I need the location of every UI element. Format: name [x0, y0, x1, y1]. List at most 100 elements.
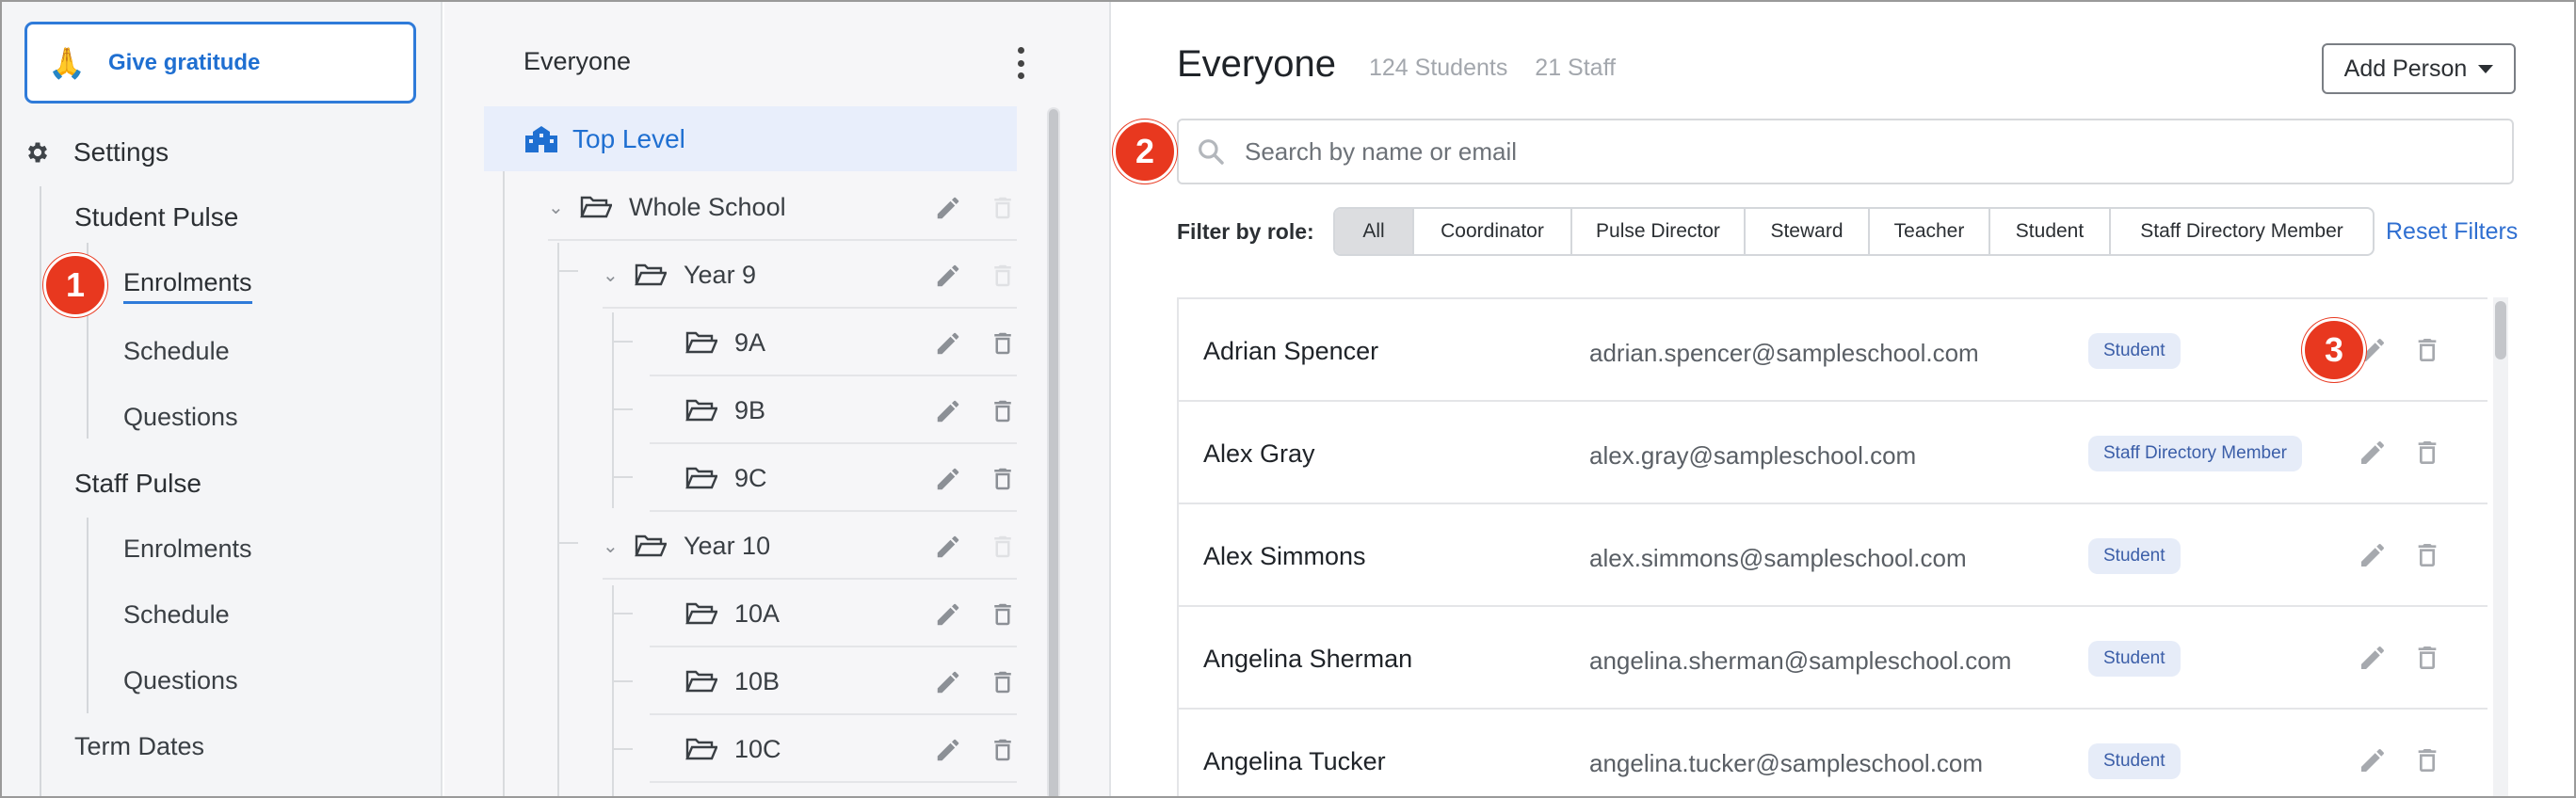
- people-list-scrollbar-thumb[interactable]: [2495, 301, 2506, 359]
- sidebar: 🙏 Give gratitude Settings Student Pulse …: [2, 2, 443, 796]
- tree-item-9b[interactable]: 9B: [650, 378, 1017, 444]
- trash-icon[interactable]: [989, 194, 1017, 222]
- tree-item-year-10[interactable]: ⌄ Year 10: [603, 514, 1017, 580]
- students-count: 124 Students: [1369, 55, 1508, 81]
- give-gratitude-button[interactable]: 🙏 Give gratitude: [24, 22, 416, 104]
- praying-hands-icon: 🙏: [48, 45, 86, 80]
- reset-filters-link[interactable]: Reset Filters: [2386, 218, 2518, 246]
- filter-chip-student[interactable]: Student: [1988, 209, 2109, 254]
- trash-icon[interactable]: [989, 668, 1017, 696]
- pencil-icon[interactable]: [934, 329, 962, 358]
- search-box: [1177, 119, 2514, 184]
- person-name: Angelina Tucker: [1203, 747, 1386, 775]
- tree-item-10b[interactable]: 10B: [650, 649, 1017, 715]
- table-row[interactable]: Adrian Spencer adrian.spencer@samplescho…: [1179, 299, 2487, 402]
- tree-item-10a[interactable]: 10A: [650, 582, 1017, 647]
- sidebar-item-student-enrolments[interactable]: Enrolments: [123, 268, 252, 304]
- filter-chip-teacher[interactable]: Teacher: [1868, 209, 1988, 254]
- pencil-icon[interactable]: [2358, 438, 2388, 468]
- table-row[interactable]: Alex Simmons alex.simmons@sampleschool.c…: [1179, 504, 2487, 607]
- tree-scrollbar[interactable]: [1047, 107, 1060, 796]
- folder-open-icon: [685, 399, 717, 422]
- tree-item-year-9[interactable]: ⌄ Year 9: [603, 243, 1017, 309]
- add-person-button[interactable]: Add Person: [2322, 43, 2516, 94]
- callout-marker-1: 1: [43, 253, 107, 317]
- filter-chip-pulse-director[interactable]: Pulse Director: [1570, 209, 1744, 254]
- pencil-icon[interactable]: [2358, 745, 2388, 775]
- table-row[interactable]: Alex Gray alex.gray@sampleschool.com Sta…: [1179, 402, 2487, 504]
- tree-connector: [612, 585, 614, 796]
- person-email: angelina.tucker@sampleschool.com: [1589, 749, 1984, 777]
- role-badge: Student: [2088, 641, 2181, 677]
- tree-item-top-level[interactable]: Top Level: [484, 106, 1017, 171]
- search-input[interactable]: [1245, 136, 2469, 167]
- callout-marker-2: 2: [1113, 120, 1177, 184]
- sidebar-item-staff-enrolments[interactable]: Enrolments: [123, 535, 252, 564]
- staff-count: 21 Staff: [1535, 55, 1617, 81]
- sidebar-item-staff-questions[interactable]: Questions: [123, 666, 238, 695]
- filter-chip-staff-directory-member[interactable]: Staff Directory Member: [2109, 209, 2373, 254]
- folder-open-icon: [635, 535, 667, 557]
- tree-item-label: Top Level: [572, 123, 685, 153]
- trash-icon[interactable]: [989, 533, 1017, 561]
- settings-label: Settings: [73, 137, 169, 167]
- sidebar-item-staff-schedule[interactable]: Schedule: [123, 600, 230, 630]
- people-list-scrollbar[interactable]: [2493, 297, 2508, 796]
- pencil-icon[interactable]: [2358, 643, 2388, 673]
- tree-connector: [612, 341, 633, 343]
- tree-item-whole-school[interactable]: ⌄ Whole School: [548, 175, 1017, 241]
- trash-icon[interactable]: [2412, 745, 2442, 775]
- pencil-icon[interactable]: [934, 736, 962, 764]
- nav-group-student-pulse[interactable]: Student Pulse: [74, 202, 238, 232]
- sidebar-item-student-schedule[interactable]: Schedule: [123, 337, 230, 366]
- pencil-icon[interactable]: [934, 600, 962, 629]
- tree-connector: [612, 408, 633, 410]
- person-name: Angelina Sherman: [1203, 645, 1413, 673]
- role-badge: Staff Directory Member: [2088, 436, 2302, 471]
- pencil-icon[interactable]: [934, 397, 962, 425]
- trash-icon[interactable]: [989, 329, 1017, 358]
- tree-item-9a[interactable]: 9A: [650, 311, 1017, 376]
- trash-icon[interactable]: [989, 397, 1017, 425]
- table-row[interactable]: Angelina Sherman angelina.sherman@sample…: [1179, 607, 2487, 710]
- pencil-icon[interactable]: [934, 533, 962, 561]
- tree-item-label: Whole School: [629, 192, 786, 221]
- trash-icon[interactable]: [2412, 643, 2442, 673]
- nav-guide-line: [40, 186, 41, 796]
- group-tree-panel: Everyone Top Level ⌄ Whole School ⌄ Year…: [444, 2, 1111, 796]
- chevron-down-icon[interactable]: ⌄: [603, 535, 625, 558]
- pencil-icon[interactable]: [934, 262, 962, 290]
- tree-connector: [612, 748, 633, 750]
- folder-open-icon: [635, 263, 667, 286]
- nav-sub-guide-line: [87, 518, 89, 713]
- trash-icon[interactable]: [989, 465, 1017, 493]
- tree-item-10c[interactable]: 10C: [650, 717, 1017, 783]
- filter-chip-all[interactable]: All: [1335, 209, 1412, 254]
- people-list: Adrian Spencer adrian.spencer@samplescho…: [1177, 297, 2487, 796]
- nav-group-staff-pulse[interactable]: Staff Pulse: [74, 469, 201, 499]
- pencil-icon[interactable]: [934, 194, 962, 222]
- page-title: Everyone: [1177, 43, 1336, 85]
- add-person-label: Add Person: [2343, 55, 2468, 82]
- trash-icon[interactable]: [989, 736, 1017, 764]
- filter-chip-steward[interactable]: Steward: [1744, 209, 1868, 254]
- pencil-icon[interactable]: [934, 465, 962, 493]
- trash-icon[interactable]: [2412, 540, 2442, 570]
- pencil-icon[interactable]: [934, 668, 962, 696]
- sidebar-item-term-dates[interactable]: Term Dates: [74, 732, 204, 761]
- trash-icon[interactable]: [2412, 438, 2442, 468]
- callout-marker-3: 3: [2302, 318, 2366, 382]
- trash-icon[interactable]: [989, 600, 1017, 629]
- tree-item-9c[interactable]: 9C: [650, 446, 1017, 512]
- filter-chip-coordinator[interactable]: Coordinator: [1412, 209, 1570, 254]
- tree-scrollbar-thumb[interactable]: [1049, 109, 1058, 796]
- more-vertical-icon[interactable]: [1013, 47, 1028, 79]
- table-row[interactable]: Angelina Tucker angelina.tucker@samplesc…: [1179, 710, 2487, 796]
- sidebar-item-student-questions[interactable]: Questions: [123, 403, 238, 432]
- pencil-icon[interactable]: [2358, 540, 2388, 570]
- trash-icon[interactable]: [2412, 335, 2442, 365]
- trash-icon[interactable]: [989, 262, 1017, 290]
- person-email: angelina.sherman@sampleschool.com: [1589, 646, 2012, 675]
- chevron-down-icon[interactable]: ⌄: [603, 263, 625, 287]
- chevron-down-icon[interactable]: ⌄: [548, 196, 571, 219]
